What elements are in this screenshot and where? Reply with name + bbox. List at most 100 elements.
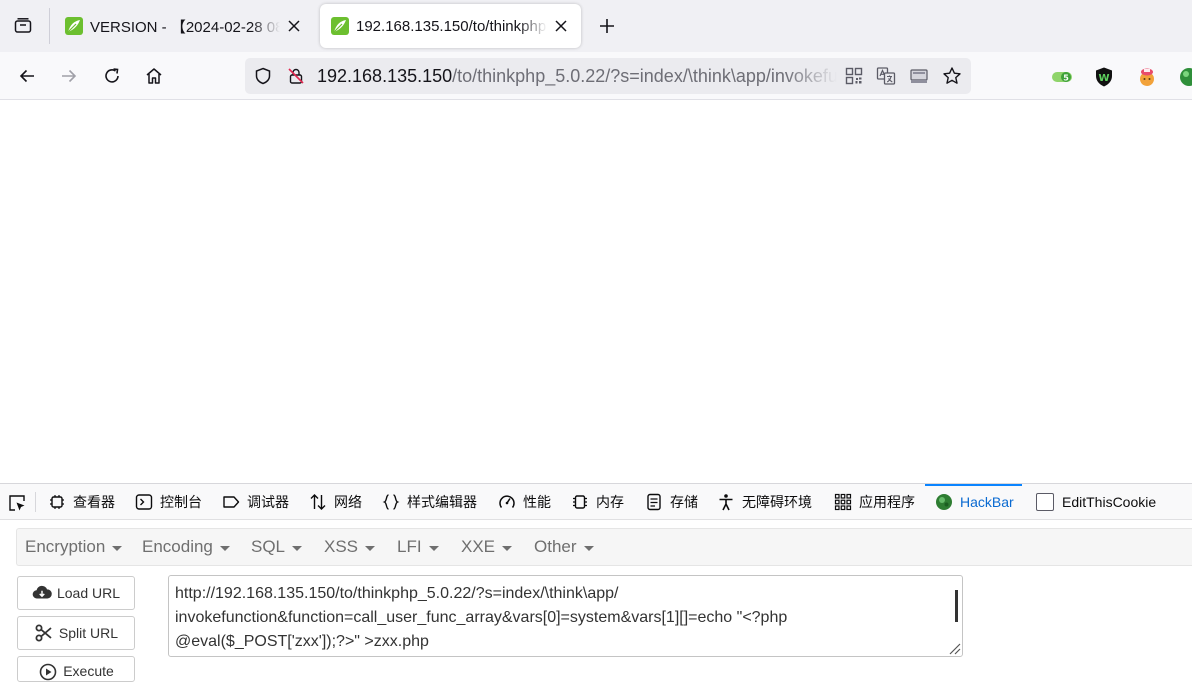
- menu-label: Other: [534, 537, 577, 556]
- qrcode-icon[interactable]: [844, 66, 864, 86]
- reload-icon[interactable]: [98, 62, 126, 90]
- browser-tab-thinkphp[interactable]: 192.168.135.150/to/thinkphp: [320, 4, 581, 48]
- devtools-tab-storage[interactable]: 存储: [645, 484, 698, 520]
- devtools-tab-label: 性能: [523, 494, 551, 510]
- network-icon: [309, 493, 327, 511]
- devtools-tab-label: EditThisCookie: [1062, 494, 1157, 510]
- devtools-tab-console[interactable]: 控制台: [135, 484, 202, 520]
- plus-icon[interactable]: [594, 13, 620, 39]
- tab-bar: VERSION - 【2024-02-28 08: 192.168.135.15…: [0, 0, 1192, 52]
- close-icon[interactable]: [284, 16, 304, 36]
- back-icon[interactable]: [13, 62, 41, 90]
- adguard-shield-extension-icon[interactable]: W: [1093, 66, 1115, 88]
- devtools-tab-accessibility[interactable]: 无障碍环境: [717, 484, 812, 520]
- thinkphp-favicon-icon: [64, 16, 84, 36]
- resize-grip-icon[interactable]: [945, 639, 961, 655]
- execute-button[interactable]: Execute: [17, 656, 135, 682]
- load-url-button[interactable]: Load URL: [17, 576, 135, 610]
- hat-avatar-extension-icon[interactable]: [1136, 66, 1158, 88]
- home-icon[interactable]: [140, 62, 168, 90]
- menu-encoding[interactable]: Encoding: [142, 529, 230, 565]
- performance-icon: [498, 493, 516, 511]
- button-label: Split URL: [58, 625, 119, 641]
- menu-xxe[interactable]: XXE: [461, 529, 513, 565]
- menu-label: Encryption: [25, 537, 106, 556]
- scissors-icon: [34, 624, 54, 642]
- devtools-tab-editthiscookie[interactable]: EditThisCookie: [1036, 484, 1156, 520]
- star-icon[interactable]: [942, 66, 962, 86]
- devtools-tab-memory[interactable]: 内存: [571, 484, 624, 520]
- menu-label: XSS: [324, 537, 359, 556]
- checkbox-icon: [1036, 493, 1054, 511]
- navigation-toolbar: 192.168.135.150/to/thinkphp_5.0.22/?s=in…: [0, 52, 1192, 100]
- button-label: Load URL: [56, 585, 121, 601]
- devtools-tab-network[interactable]: 网络: [309, 484, 362, 520]
- devtools-tab-label: 存储: [670, 494, 698, 510]
- devtools-tab-label: 无障碍环境: [742, 494, 812, 510]
- caret-down-icon: [219, 545, 230, 551]
- devtools-tab-style-editor[interactable]: 样式编辑器: [382, 484, 477, 520]
- devtools-tab-label: 查看器: [73, 494, 115, 510]
- hackbar-icon: [935, 493, 953, 511]
- devtools-tab-application[interactable]: 应用程序: [834, 484, 915, 520]
- menu-sql[interactable]: SQL: [251, 529, 303, 565]
- debugger-icon: [222, 493, 240, 511]
- tab-title: VERSION - 【2024-02-28 08:: [90, 18, 280, 36]
- caret-down-icon: [112, 545, 123, 551]
- menu-label: SQL: [251, 537, 286, 556]
- devtools-panel: 查看器 控制台 调试器 网络 样式编辑器 性能 内存 存储 无障碍环境 应用程序…: [0, 483, 1192, 682]
- page-content: [0, 100, 1192, 483]
- url-bar[interactable]: 192.168.135.150/to/thinkphp_5.0.22/?s=in…: [245, 58, 971, 94]
- devtools-tab-label: 应用程序: [859, 494, 915, 510]
- hackbar-url-value: http://192.168.135.150/to/thinkphp_5.0.2…: [175, 585, 788, 650]
- menu-lfi[interactable]: LFI: [397, 529, 439, 565]
- devtools-tab-label: 网络: [334, 494, 362, 510]
- url-host: 192.168.135.150: [317, 66, 453, 86]
- play-circle-icon: [38, 663, 58, 681]
- devtools-tab-debugger[interactable]: 调试器: [222, 484, 289, 520]
- cloud-download-icon: [32, 584, 52, 602]
- accessibility-icon: [717, 493, 735, 511]
- insecure-lock-icon[interactable]: [286, 66, 306, 86]
- tab-bar-separator: [49, 8, 50, 44]
- devtools-tab-label: 样式编辑器: [407, 494, 477, 510]
- devtools-tab-label: 控制台: [160, 494, 202, 510]
- extension-badge: W: [1098, 73, 1109, 84]
- browser-tab-version[interactable]: VERSION - 【2024-02-28 08:: [54, 4, 314, 48]
- hackbar-url-textarea[interactable]: http://192.168.135.150/to/thinkphp_5.0.2…: [168, 575, 963, 657]
- menu-label: XXE: [461, 537, 496, 556]
- element-picker-icon[interactable]: [6, 492, 28, 514]
- close-icon[interactable]: [551, 16, 571, 36]
- green-ball-extension-icon[interactable]: [1178, 66, 1192, 88]
- split-url-button[interactable]: Split URL: [17, 616, 135, 650]
- green-toggle-extension-icon[interactable]: 5: [1051, 66, 1073, 88]
- devtools-separator: [35, 492, 36, 512]
- devtools-tab-label: 调试器: [247, 494, 289, 510]
- textarea-scrollbar[interactable]: [955, 590, 958, 622]
- caret-down-icon: [365, 545, 376, 551]
- thinkphp-favicon-icon: [330, 16, 350, 36]
- caret-down-icon: [292, 545, 303, 551]
- devtools-tab-hackbar[interactable]: HackBar: [925, 484, 1022, 520]
- menu-label: LFI: [397, 537, 422, 556]
- url-text[interactable]: 192.168.135.150/to/thinkphp_5.0.22/?s=in…: [317, 65, 837, 87]
- devtools-tab-performance[interactable]: 性能: [498, 484, 551, 520]
- caret-down-icon: [502, 545, 513, 551]
- url-path: /to/thinkphp_5.0.22/?s=index/\think\app/…: [452, 66, 837, 86]
- shield-icon[interactable]: [253, 66, 273, 86]
- braces-icon: [382, 493, 400, 511]
- forward-icon[interactable]: [55, 62, 83, 90]
- screenshot-icon[interactable]: [909, 66, 929, 86]
- tab-list-icon[interactable]: [8, 11, 38, 41]
- devtools-tab-inspector[interactable]: 查看器: [48, 484, 115, 520]
- inspector-icon: [48, 493, 66, 511]
- menu-other[interactable]: Other: [534, 529, 594, 565]
- storage-icon: [645, 493, 663, 511]
- console-icon: [135, 493, 153, 511]
- hackbar-menu: Encryption Encoding SQL XSS LFI XXE Othe…: [16, 528, 1192, 566]
- menu-encryption[interactable]: Encryption: [25, 529, 123, 565]
- translate-icon[interactable]: [876, 66, 896, 86]
- caret-down-icon: [428, 545, 439, 551]
- menu-xss[interactable]: XSS: [324, 529, 376, 565]
- menu-label: Encoding: [142, 537, 213, 556]
